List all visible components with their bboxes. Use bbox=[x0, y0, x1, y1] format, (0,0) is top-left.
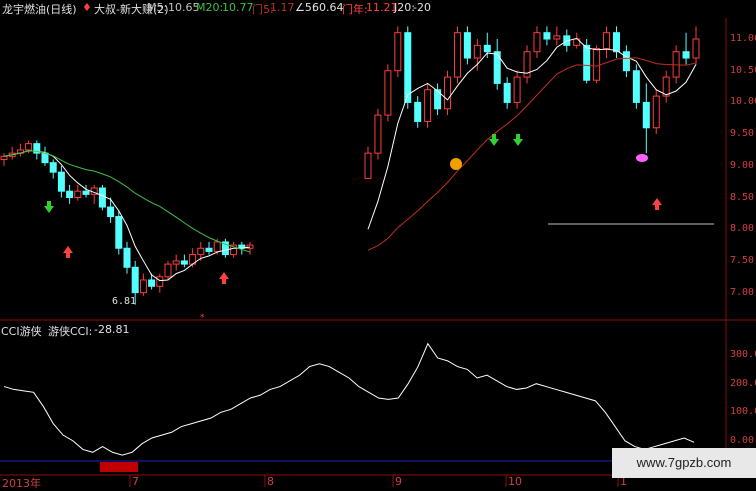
candle-up bbox=[513, 76, 521, 103]
candle-down bbox=[66, 190, 74, 199]
candle-up bbox=[692, 38, 700, 59]
candle-up bbox=[533, 32, 541, 53]
candle-up bbox=[213, 241, 221, 252]
candle-down bbox=[131, 266, 139, 294]
candle-down bbox=[503, 82, 511, 103]
price-tick-label: 11.00 bbox=[730, 33, 756, 45]
sell-signal-icon bbox=[636, 154, 648, 162]
price-tick-label: 8.50 bbox=[730, 191, 755, 203]
watermark: www.7gpzb.com bbox=[612, 448, 756, 478]
candle-down bbox=[41, 152, 49, 164]
candle-up bbox=[603, 32, 611, 50]
candle-up bbox=[197, 247, 205, 256]
candle-up bbox=[374, 114, 382, 154]
candle-up bbox=[473, 44, 481, 59]
candle-down bbox=[115, 216, 123, 249]
candle-up bbox=[394, 32, 402, 72]
candle-down bbox=[483, 44, 491, 53]
buy-signal-icon bbox=[450, 158, 462, 170]
candle-down bbox=[180, 260, 188, 265]
candle-down bbox=[49, 162, 57, 173]
cci-tick-label: 200.00 bbox=[730, 377, 756, 389]
candle-up bbox=[453, 32, 461, 78]
cci-value: -28.81 bbox=[94, 323, 130, 336]
candle-up bbox=[139, 279, 147, 294]
candle-up bbox=[172, 260, 180, 265]
event-mark: * bbox=[200, 313, 205, 323]
candle-up bbox=[652, 95, 660, 129]
cci-series bbox=[3, 342, 695, 456]
candle-up bbox=[74, 190, 82, 199]
cci-tick-label: 300.00 bbox=[730, 349, 756, 361]
price-tick-label: 7.50 bbox=[730, 254, 755, 266]
price-tick-label: 7.00 bbox=[730, 286, 755, 298]
down-arrow-icon bbox=[44, 201, 54, 213]
price-tick-label: 10.50 bbox=[730, 64, 756, 76]
up-arrow-icon bbox=[63, 246, 73, 258]
price-tick-label: 10.00 bbox=[730, 96, 756, 108]
candle-down bbox=[205, 247, 213, 252]
candle-down bbox=[148, 279, 156, 287]
low-price-label: 6.81 bbox=[112, 296, 137, 307]
candle-down bbox=[583, 44, 591, 81]
cci-series-label: 游侠CCI: bbox=[48, 325, 93, 338]
candle-down bbox=[543, 32, 551, 40]
price-tick-label: 9.00 bbox=[730, 159, 755, 171]
candle-up bbox=[364, 152, 372, 180]
price-tick-label: 9.50 bbox=[730, 128, 755, 140]
down-arrow-icon bbox=[489, 134, 499, 146]
cci-line bbox=[3, 342, 695, 456]
candle-down bbox=[123, 247, 131, 268]
cci-title: CCI游侠 bbox=[1, 325, 42, 338]
candle-up bbox=[553, 35, 561, 40]
candle-down bbox=[642, 101, 650, 129]
chart-canvas[interactable]: * bbox=[0, 0, 756, 487]
cci-tick-label: 100.00 bbox=[730, 406, 756, 418]
candle-up bbox=[156, 276, 164, 287]
candle-down bbox=[107, 206, 115, 218]
candlestick-series bbox=[0, 26, 700, 305]
candle-up bbox=[164, 263, 172, 278]
candle-down bbox=[632, 70, 640, 103]
candle-down bbox=[98, 187, 106, 208]
candle-down bbox=[82, 190, 90, 195]
time-label-sep: 9 bbox=[395, 475, 402, 488]
price-tick-label: 8.00 bbox=[730, 223, 755, 235]
time-label-year: 2013年 bbox=[2, 477, 41, 490]
candle-up bbox=[593, 48, 601, 81]
candle-down bbox=[612, 32, 620, 53]
time-label-jul: 7 bbox=[132, 475, 139, 488]
time-label-oct: 10 bbox=[508, 475, 522, 488]
up-arrow-icon bbox=[652, 198, 662, 210]
candle-down bbox=[682, 51, 690, 59]
candle-down bbox=[414, 101, 422, 122]
down-arrow-icon bbox=[513, 134, 523, 146]
time-label-aug: 8 bbox=[267, 475, 274, 488]
candle-down bbox=[622, 51, 630, 72]
candle-down bbox=[404, 32, 412, 103]
up-arrow-icon bbox=[219, 272, 229, 284]
candle-down bbox=[463, 32, 471, 59]
cci-tick-label: 0.00 bbox=[730, 434, 755, 446]
candle-up bbox=[384, 70, 392, 116]
candle-up bbox=[424, 89, 432, 122]
candle-down bbox=[57, 171, 65, 192]
cci-oversold-block bbox=[100, 462, 138, 472]
candle-up bbox=[444, 76, 452, 110]
candle-up bbox=[25, 143, 33, 151]
candle-up bbox=[0, 155, 8, 160]
ma20-line bbox=[3, 150, 251, 253]
